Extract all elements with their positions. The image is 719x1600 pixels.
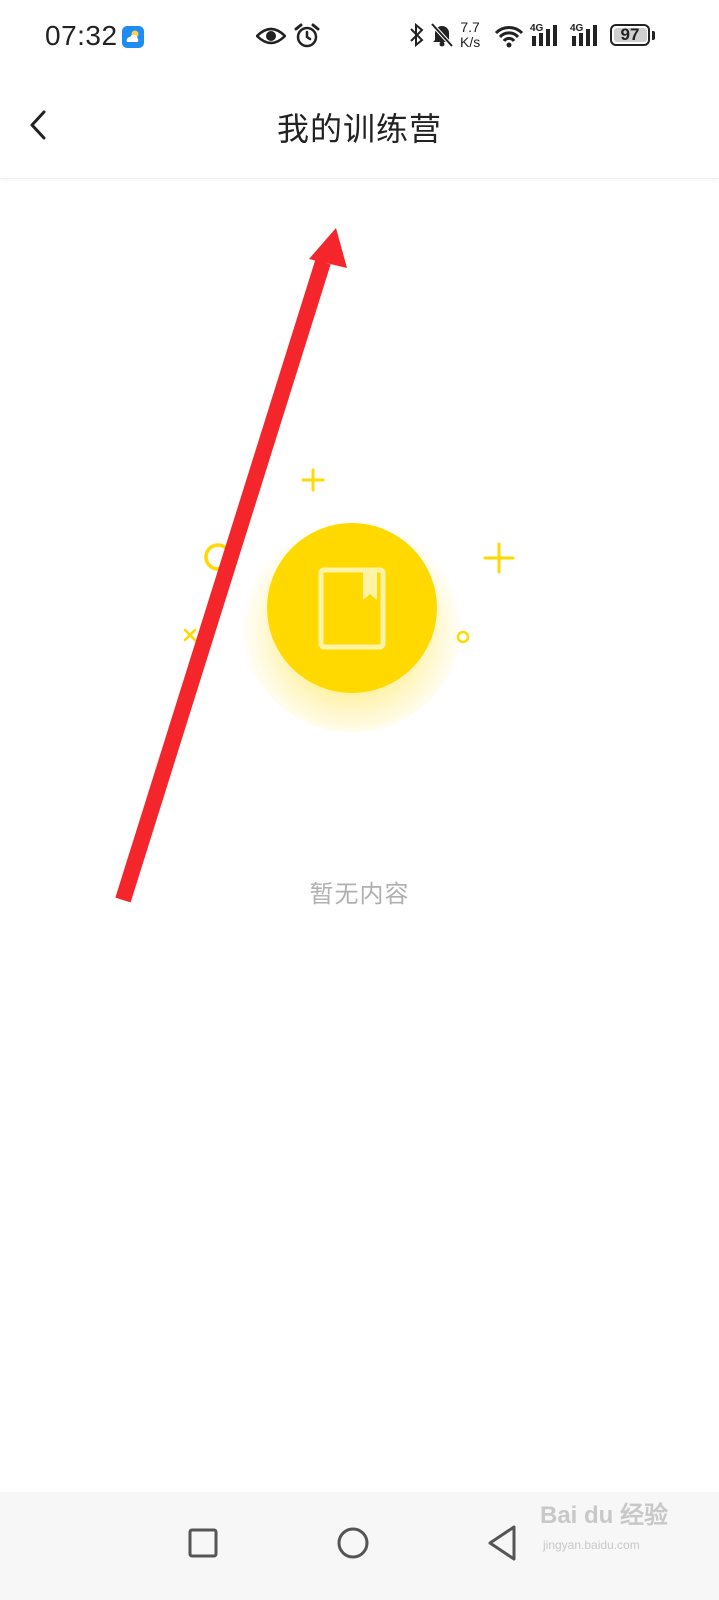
battery-nub (652, 31, 655, 40)
watermark-url: jingyan.baidu.com (543, 1538, 640, 1552)
empty-state-illustration (183, 468, 515, 732)
home-icon[interactable] (336, 1510, 370, 1574)
sparkle-cross-icon (183, 628, 197, 642)
sparkle-plus-icon (483, 542, 515, 574)
signal-4g-icon: 4G (570, 23, 597, 46)
net-speed: 7.7 K/s (460, 20, 480, 50)
sparkle-plus-icon (301, 468, 325, 492)
empty-icon-circle (267, 523, 437, 693)
watermark-brand: Bai du 经验 (540, 1502, 669, 1529)
eye-icon (256, 27, 286, 45)
battery-level: 97 (620, 25, 640, 44)
page-title: 我的训练营 (276, 111, 442, 147)
svg-text:4G: 4G (570, 23, 584, 34)
signal-4g-icon: 4G (530, 23, 557, 46)
recent-apps-icon[interactable] (188, 1510, 218, 1574)
weather-icon (122, 26, 144, 48)
annotation-arrow (115, 228, 347, 903)
nav-bar: 我的训练营 (0, 74, 719, 179)
status-time: 07:32 (45, 20, 118, 51)
mute-icon (430, 22, 454, 48)
alarm-icon (294, 23, 320, 48)
bluetooth-icon (410, 22, 424, 48)
status-bar: 07:32 7.7 K/s 4G 4G 97 (0, 0, 719, 74)
svg-text:4G: 4G (530, 23, 544, 34)
battery-icon: 97 (610, 24, 650, 46)
wifi-icon (494, 26, 524, 48)
net-speed-unit: K/s (460, 34, 481, 50)
empty-state-text: 暂无内容 (309, 881, 410, 908)
back-icon[interactable] (486, 1510, 518, 1574)
net-speed-value: 7.7 (460, 19, 480, 35)
sparkle-ring-icon (204, 543, 232, 571)
